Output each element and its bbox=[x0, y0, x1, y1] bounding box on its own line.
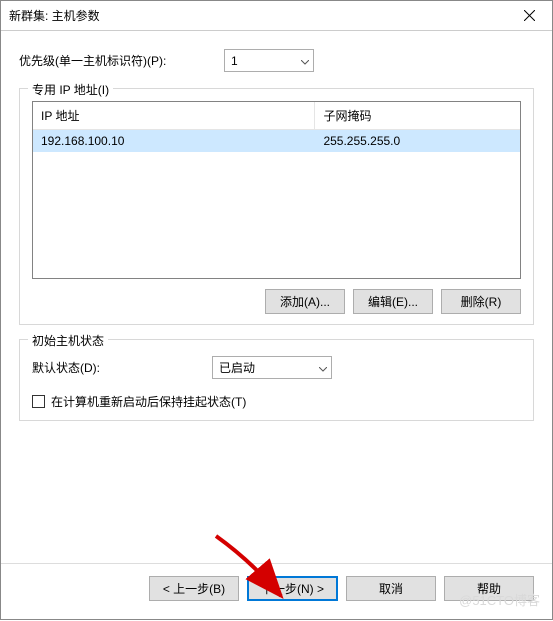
retain-suspend-label[interactable]: 在计算机重新启动后保持挂起状态(T) bbox=[51, 393, 246, 410]
ip-address-group: 专用 IP 地址(I) IP 地址 子网掩码 192.168.100.10 25… bbox=[19, 88, 534, 325]
remove-button[interactable]: 删除(R) bbox=[441, 289, 521, 314]
add-button[interactable]: 添加(A)... bbox=[265, 289, 345, 314]
retain-suspend-row: 在计算机重新启动后保持挂起状态(T) bbox=[32, 393, 521, 410]
back-button[interactable]: < 上一步(B) bbox=[149, 576, 239, 601]
close-icon bbox=[524, 10, 535, 21]
cell-mask: 255.255.255.0 bbox=[315, 130, 520, 152]
state-group-legend: 初始主机状态 bbox=[28, 332, 108, 349]
table-header: IP 地址 子网掩码 bbox=[33, 102, 520, 130]
next-button[interactable]: 下一步(N) > bbox=[247, 576, 338, 601]
window-title: 新群集: 主机参数 bbox=[9, 7, 100, 24]
chevron-down-icon bbox=[319, 361, 327, 375]
titlebar: 新群集: 主机参数 bbox=[1, 1, 552, 31]
ip-button-row: 添加(A)... 编辑(E)... 删除(R) bbox=[32, 289, 521, 314]
chevron-down-icon bbox=[301, 54, 309, 68]
priority-select[interactable]: 1 bbox=[224, 49, 314, 72]
cancel-button[interactable]: 取消 bbox=[346, 576, 436, 601]
default-state-select[interactable]: 已启动 bbox=[212, 356, 332, 379]
default-state-row: 默认状态(D): 已启动 bbox=[32, 356, 521, 379]
table-row[interactable]: 192.168.100.10 255.255.255.0 bbox=[33, 130, 520, 152]
default-state-label: 默认状态(D): bbox=[32, 359, 212, 376]
table-body: 192.168.100.10 255.255.255.0 bbox=[33, 130, 520, 152]
edit-button[interactable]: 编辑(E)... bbox=[353, 289, 433, 314]
column-ip[interactable]: IP 地址 bbox=[33, 102, 315, 129]
footer-buttons: < 上一步(B) 下一步(N) > 取消 帮助 bbox=[1, 576, 552, 619]
ip-group-legend: 专用 IP 地址(I) bbox=[28, 81, 113, 98]
retain-suspend-checkbox[interactable] bbox=[32, 395, 45, 408]
priority-row: 优先级(单一主机标识符)(P): 1 bbox=[19, 49, 534, 72]
cell-ip: 192.168.100.10 bbox=[33, 130, 315, 152]
priority-label: 优先级(单一主机标识符)(P): bbox=[19, 52, 224, 69]
dialog-window: 新群集: 主机参数 优先级(单一主机标识符)(P): 1 专用 IP 地址(I)… bbox=[0, 0, 553, 620]
default-state-value: 已启动 bbox=[219, 359, 311, 376]
close-button[interactable] bbox=[507, 1, 552, 30]
initial-state-group: 初始主机状态 默认状态(D): 已启动 在计算机重新启动后保持挂起状态(T) bbox=[19, 339, 534, 421]
column-mask[interactable]: 子网掩码 bbox=[315, 102, 520, 129]
dialog-content: 优先级(单一主机标识符)(P): 1 专用 IP 地址(I) IP 地址 子网掩… bbox=[1, 31, 552, 563]
help-button[interactable]: 帮助 bbox=[444, 576, 534, 601]
priority-value: 1 bbox=[231, 54, 293, 68]
ip-table[interactable]: IP 地址 子网掩码 192.168.100.10 255.255.255.0 bbox=[32, 101, 521, 279]
footer-divider bbox=[1, 563, 552, 564]
